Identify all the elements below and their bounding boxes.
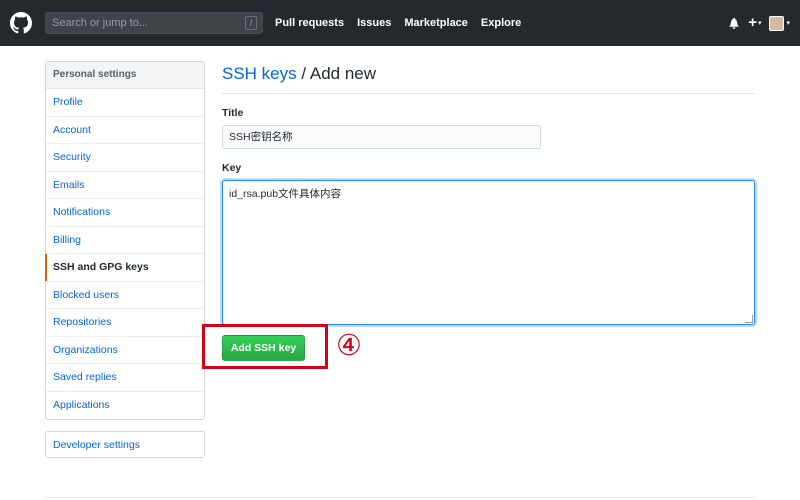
header-nav: Pull requests Issues Marketplace Explore — [275, 0, 534, 46]
title-label: Title — [222, 107, 244, 119]
top-header: Search or jump to... / Pull requests Iss… — [0, 0, 800, 46]
resize-handle-icon[interactable] — [745, 315, 753, 323]
breadcrumb-current: / Add new — [296, 64, 377, 83]
sidebar-item-emails[interactable]: Emails — [46, 172, 204, 199]
search-placeholder: Search or jump to... — [52, 17, 148, 29]
sidebar-item-billing[interactable]: Billing — [46, 227, 204, 254]
chevron-down-icon: ▾ — [757, 20, 762, 27]
key-textarea[interactable]: id_rsa.pub文件具体内容 — [222, 180, 755, 325]
nav-explore[interactable]: Explore — [481, 17, 521, 29]
sidebar-item-saved-replies[interactable]: Saved replies — [46, 364, 204, 392]
search-input[interactable]: Search or jump to... / — [45, 12, 263, 34]
sidebar-item-repositories[interactable]: Repositories — [46, 309, 204, 337]
sidebar-item-applications[interactable]: Applications — [46, 392, 204, 420]
avatar — [769, 15, 785, 31]
sidebar-item-organizations[interactable]: Organizations — [46, 337, 204, 364]
search-shortcut-badge: / — [245, 16, 257, 30]
page-title: SSH keys / Add new — [222, 64, 376, 84]
bell-icon[interactable] — [728, 17, 740, 29]
sidebar-item-ssh-gpg-keys[interactable]: SSH and GPG keys — [45, 254, 204, 282]
plus-icon: + — [748, 14, 757, 31]
sidebar-item-security[interactable]: Security — [46, 144, 204, 172]
sidebar-item-blocked-users[interactable]: Blocked users — [46, 282, 204, 309]
header-actions: + ▾ ▾ — [728, 0, 790, 46]
title-divider — [222, 93, 755, 94]
key-textarea-value: id_rsa.pub文件具体内容 — [229, 188, 342, 200]
breadcrumb-ssh-keys-link[interactable]: SSH keys — [222, 64, 297, 83]
title-input[interactable]: SSH密钥名称 — [222, 125, 541, 149]
nav-pull-requests[interactable]: Pull requests — [275, 17, 344, 29]
chevron-down-icon: ▾ — [786, 20, 790, 27]
annotation-step-marker: ④ — [336, 328, 362, 362]
key-label: Key — [222, 162, 242, 174]
sidebar-item-developer-settings[interactable]: Developer settings — [45, 431, 205, 458]
footer-divider — [45, 497, 755, 498]
nav-marketplace[interactable]: Marketplace — [404, 17, 468, 29]
user-menu-button[interactable]: ▾ — [769, 15, 790, 31]
sidebar-item-profile[interactable]: Profile — [46, 89, 204, 117]
nav-issues[interactable]: Issues — [357, 17, 391, 29]
annotation-highlight-box — [202, 324, 328, 369]
sidebar-item-notifications[interactable]: Notifications — [46, 199, 204, 227]
github-logo-icon[interactable] — [10, 12, 32, 34]
settings-sidebar: Personal settings Profile Account Securi… — [45, 61, 205, 420]
sidebar-item-account[interactable]: Account — [46, 117, 204, 144]
sidebar-heading: Personal settings — [46, 62, 204, 89]
create-new-button[interactable]: + ▾ — [748, 14, 762, 31]
